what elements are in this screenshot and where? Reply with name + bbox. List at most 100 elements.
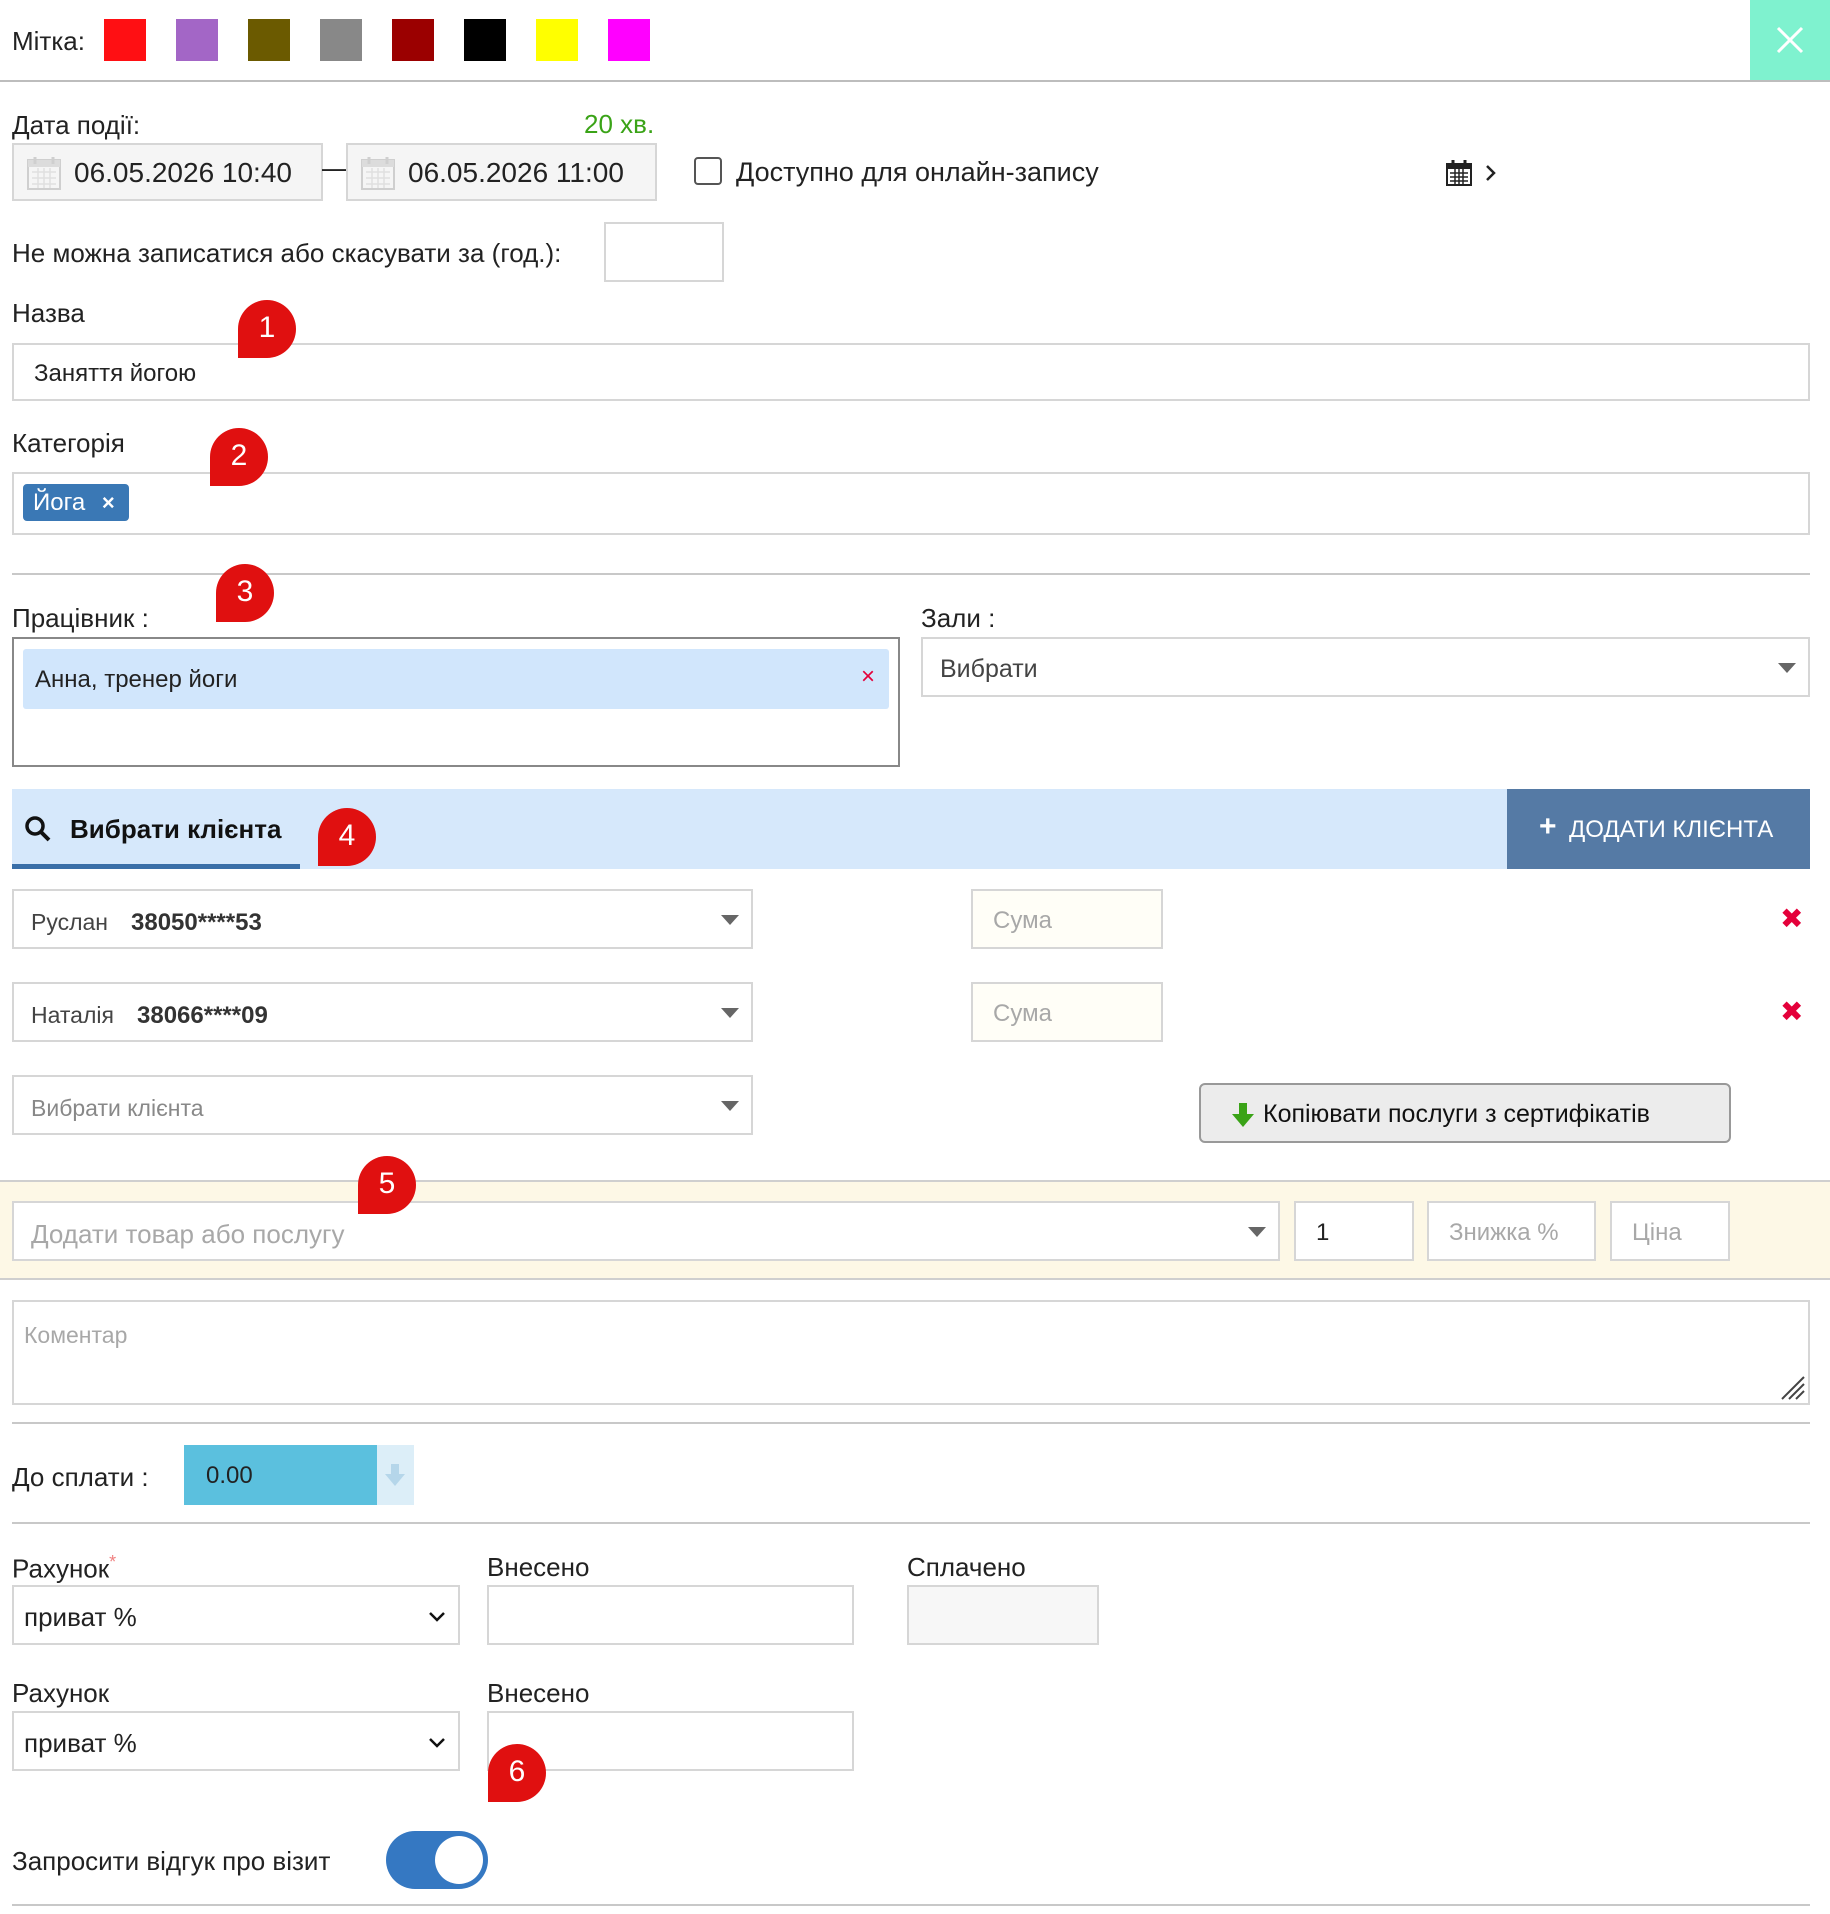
account-select-1[interactable]: приват % [12, 1585, 460, 1645]
marker-number: 4 [338, 819, 356, 852]
copy-certificates-button[interactable]: Копіювати послуги з сертифікатів [1199, 1083, 1731, 1143]
to-pay-box: 0.00 [184, 1445, 377, 1505]
product-placeholder: Додати товар або послугу [31, 1219, 345, 1249]
price-input[interactable]: Ціна [1610, 1201, 1730, 1261]
divider [12, 573, 1810, 575]
quantity-input[interactable]: 1 [1294, 1201, 1414, 1261]
start-date-input[interactable]: 06.05.2026 10:40 [12, 143, 323, 201]
label-color-black[interactable] [464, 19, 506, 61]
account-label: Рахунок* [12, 1552, 116, 1585]
account-value: приват % [24, 1602, 137, 1632]
cancel-limit-input[interactable] [604, 222, 724, 282]
label-color-magenta[interactable] [608, 19, 650, 61]
chevron-down-icon [1778, 663, 1796, 673]
resize-handle-icon[interactable] [1780, 1375, 1806, 1401]
client-name: Наталія [31, 1002, 114, 1028]
add-client-button[interactable]: + ДОДАТИ КЛІЄНТА [1507, 789, 1810, 869]
chevron-down-icon [429, 1738, 445, 1748]
arrow-down-icon [1232, 1103, 1254, 1127]
calendar-link-icon[interactable] [1446, 160, 1472, 186]
discount-input[interactable]: Знижка % [1427, 1201, 1596, 1261]
tab-select-client-label: Вибрати клієнта [70, 814, 282, 844]
account-select-2[interactable]: приват % [12, 1711, 460, 1771]
halls-value: Вибрати [940, 655, 1038, 683]
remove-client-icon[interactable]: ✖ [1780, 902, 1803, 935]
cancel-limit-label: Не можна записатися або скасувати за (го… [12, 238, 562, 268]
account-value: приват % [24, 1728, 137, 1758]
label-color-purple[interactable] [176, 19, 218, 61]
apply-to-pay-button[interactable] [377, 1445, 414, 1505]
account-label: Рахунок [12, 1678, 110, 1708]
name-label: Назва [12, 298, 85, 328]
client-select-placeholder: Вибрати клієнта [31, 1095, 204, 1121]
to-pay-label: До сплати : [12, 1462, 149, 1492]
chevron-down-icon [721, 1008, 739, 1018]
label-color-gray[interactable] [320, 19, 362, 61]
name-value: Заняття йогою [34, 360, 197, 387]
employee-value: Анна, тренер йоги [35, 666, 238, 693]
start-date-value: 06.05.2026 10:40 [74, 157, 292, 188]
feedback-toggle[interactable] [386, 1831, 488, 1889]
category-input[interactable]: Йога × [12, 472, 1810, 535]
comment-placeholder: Коментар [24, 1322, 128, 1348]
annotation-marker-5: 5 [358, 1156, 416, 1214]
search-icon [25, 816, 51, 842]
remove-client-icon[interactable]: ✖ [1780, 995, 1803, 1028]
product-select[interactable]: Додати товар або послугу [12, 1201, 1280, 1261]
label-color-red[interactable] [104, 19, 146, 61]
chevron-down-icon [721, 915, 739, 925]
divider [0, 80, 1830, 82]
comment-textarea[interactable]: Коментар [12, 1300, 1810, 1405]
duration-text: 20 хв. [584, 109, 655, 139]
close-button[interactable] [1750, 0, 1830, 80]
annotation-marker-6: 6 [488, 1744, 546, 1802]
category-tag: Йога × [23, 484, 129, 521]
marker-number: 3 [236, 575, 254, 608]
client-select-2[interactable]: Наталія 38066****09 [12, 982, 753, 1042]
feedback-label: Запросити відгук про візит [12, 1846, 331, 1876]
sum-placeholder: Сума [993, 1000, 1052, 1027]
category-tag-label: Йога [33, 489, 86, 516]
end-date-value: 06.05.2026 11:00 [408, 157, 624, 188]
annotation-marker-3: 3 [216, 564, 274, 622]
plus-icon: + [1539, 810, 1557, 843]
employee-select[interactable]: Анна, тренер йоги × [12, 637, 900, 767]
marker-number: 6 [508, 1755, 526, 1788]
calendar-icon [27, 157, 61, 190]
deposited-label: Внесено [487, 1552, 590, 1582]
tag-remove-icon[interactable]: × [102, 490, 115, 515]
quantity-value: 1 [1316, 1219, 1330, 1246]
price-placeholder: Ціна [1632, 1219, 1682, 1246]
client-sum-input-2[interactable]: Сума [971, 982, 1163, 1042]
annotation-marker-4: 4 [318, 808, 376, 866]
chevron-down-icon [1248, 1227, 1266, 1237]
halls-select[interactable]: Вибрати [921, 637, 1810, 697]
employee-remove-icon[interactable]: × [861, 663, 875, 691]
marker-number: 5 [378, 1167, 396, 1200]
client-select-new[interactable]: Вибрати клієнта [12, 1075, 753, 1135]
label-title: Мітка: [12, 26, 85, 56]
end-date-input[interactable]: 06.05.2026 11:00 [346, 143, 657, 201]
online-booking-label: Доступно для онлайн-запису [736, 157, 1099, 187]
divider [12, 1422, 1810, 1424]
tab-underline [12, 864, 300, 869]
label-color-darkred[interactable] [392, 19, 434, 61]
client-sum-input-1[interactable]: Сума [971, 889, 1163, 949]
arrow-down-icon [385, 1464, 405, 1486]
discount-placeholder: Знижка % [1449, 1219, 1559, 1246]
client-select-1[interactable]: Руслан 38050****53 [12, 889, 753, 949]
label-color-yellow[interactable] [536, 19, 578, 61]
paid-input [907, 1585, 1099, 1645]
chevron-down-icon [429, 1612, 445, 1622]
online-booking-checkbox[interactable] [694, 157, 722, 185]
deposited-label: Внесено [487, 1678, 590, 1708]
add-client-label: ДОДАТИ КЛІЄНТА [1569, 816, 1774, 843]
copy-certificates-label: Копіювати послуги з сертифікатів [1263, 1100, 1650, 1128]
chevron-right-icon[interactable] [1484, 163, 1498, 183]
deposited-input-1[interactable] [487, 1585, 854, 1645]
tab-select-client[interactable]: Вибрати клієнта [12, 789, 300, 869]
divider [12, 1522, 1810, 1524]
event-date-label: Дата події: [12, 110, 141, 140]
annotation-marker-1: 1 [238, 300, 296, 358]
label-color-olive[interactable] [248, 19, 290, 61]
